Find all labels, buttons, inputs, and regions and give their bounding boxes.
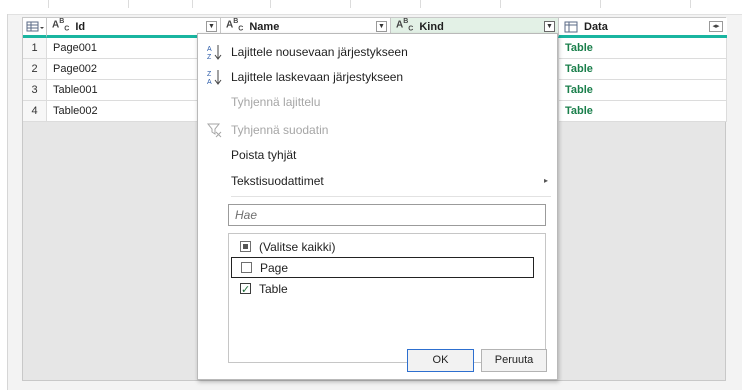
data-cell-value[interactable]: Table: [565, 105, 593, 117]
filter-dropdown-button[interactable]: ▼: [544, 21, 555, 32]
svg-text:A: A: [207, 79, 212, 85]
id-cell[interactable]: Table001: [47, 80, 221, 101]
column-header-data[interactable]: Data ◂▸: [559, 18, 727, 38]
row-number: 3: [23, 80, 47, 101]
search-input[interactable]: [228, 204, 546, 226]
data-cell[interactable]: Table: [559, 101, 727, 122]
text-type-icon: ABC: [226, 17, 244, 33]
filter-dropdown-button[interactable]: ▼: [376, 21, 387, 32]
top-strip: [0, 0, 742, 15]
row-number: 4: [23, 101, 47, 122]
option-label: (Valitse kaikki): [259, 240, 336, 254]
filter-dropdown-panel: A Z Lajittele nousevaan järjestykseen Z …: [197, 33, 558, 380]
column-header-label: Kind: [419, 20, 444, 33]
id-cell[interactable]: Page002: [47, 59, 221, 80]
sort-ascending-icon: A Z: [207, 45, 222, 60]
value-checklist: (Valitse kaikki) Page Table: [228, 233, 546, 363]
option-label: Page: [260, 261, 289, 275]
expand-column-icon[interactable]: ◂▸: [709, 21, 723, 32]
data-cell-value[interactable]: Table: [565, 84, 593, 96]
column-header-label: Name: [249, 20, 280, 33]
option-label: Table: [259, 282, 288, 296]
page-checkbox[interactable]: [241, 262, 252, 273]
id-cell[interactable]: Page001: [47, 38, 221, 59]
id-cell[interactable]: Table002: [47, 101, 221, 122]
text-filters-menu-item[interactable]: Tekstisuodattimet ▸: [198, 170, 557, 192]
table-type-icon: [564, 21, 578, 32]
row-number: 1: [23, 38, 47, 59]
row-number: 2: [23, 59, 47, 80]
top-strip-tick: [192, 0, 193, 8]
menu-item-label: Tyhjennä suodatin: [231, 123, 329, 137]
menu-item-label: Poista tyhjät: [231, 148, 297, 162]
menu-item-label: Tekstisuodattimet: [231, 174, 324, 188]
clear-filter-menu-item[interactable]: Tyhjennä suodatin: [198, 119, 557, 141]
sort-ascending-menu-item[interactable]: A Z Lajittele nousevaan järjestykseen: [198, 41, 557, 63]
top-strip-tick: [600, 0, 601, 8]
left-gutter: [0, 14, 8, 390]
top-strip-tick: [350, 0, 351, 8]
text-type-icon: ABC: [396, 17, 414, 33]
sort-descending-menu-item[interactable]: Z A Lajittele laskevaan järjestykseen: [198, 66, 557, 88]
cancel-button[interactable]: Peruuta: [481, 349, 547, 372]
data-cell[interactable]: Table: [559, 80, 727, 101]
top-strip-tick: [690, 0, 691, 8]
clear-filter-icon: [207, 123, 222, 138]
top-strip-tick: [270, 0, 271, 8]
text-type-icon: ABC: [52, 17, 70, 33]
data-cell-value[interactable]: Table: [565, 42, 593, 54]
sort-descending-icon: Z A: [207, 70, 222, 85]
table-checkbox[interactable]: [240, 280, 251, 300]
ok-button[interactable]: OK: [407, 349, 474, 372]
menu-item-label: Lajittele laskevaan järjestykseen: [231, 70, 404, 84]
svg-text:Z: Z: [207, 71, 212, 78]
top-strip-tick: [48, 0, 49, 8]
table-menu-icon: [26, 21, 44, 32]
option-page[interactable]: Page: [231, 257, 534, 278]
submenu-arrow-icon: ▸: [543, 176, 548, 185]
top-strip-tick: [420, 0, 421, 8]
filter-dropdown-button[interactable]: ▼: [206, 21, 217, 32]
column-header-id[interactable]: ABC Id ▼: [47, 18, 221, 38]
data-cell[interactable]: Table: [559, 59, 727, 80]
svg-text:Z: Z: [207, 54, 212, 60]
column-header-label: Id: [75, 20, 86, 33]
clear-sort-menu-item[interactable]: Tyhjennä lajittelu: [198, 91, 557, 113]
column-header-label: Data: [584, 20, 608, 33]
select-all-checkbox[interactable]: [240, 241, 251, 252]
menu-item-label: Tyhjennä lajittelu: [231, 95, 321, 109]
table-menu-button[interactable]: [23, 18, 47, 38]
data-cell-value[interactable]: Table: [565, 63, 593, 75]
menu-item-label: Lajittele nousevaan järjestykseen: [231, 45, 408, 59]
top-strip-tick: [500, 0, 501, 8]
top-strip-tick: [128, 0, 129, 8]
svg-text:A: A: [207, 46, 212, 53]
remove-empty-menu-item[interactable]: Poista tyhjät: [198, 144, 557, 166]
menu-separator: [231, 196, 551, 197]
data-cell[interactable]: Table: [559, 38, 727, 59]
